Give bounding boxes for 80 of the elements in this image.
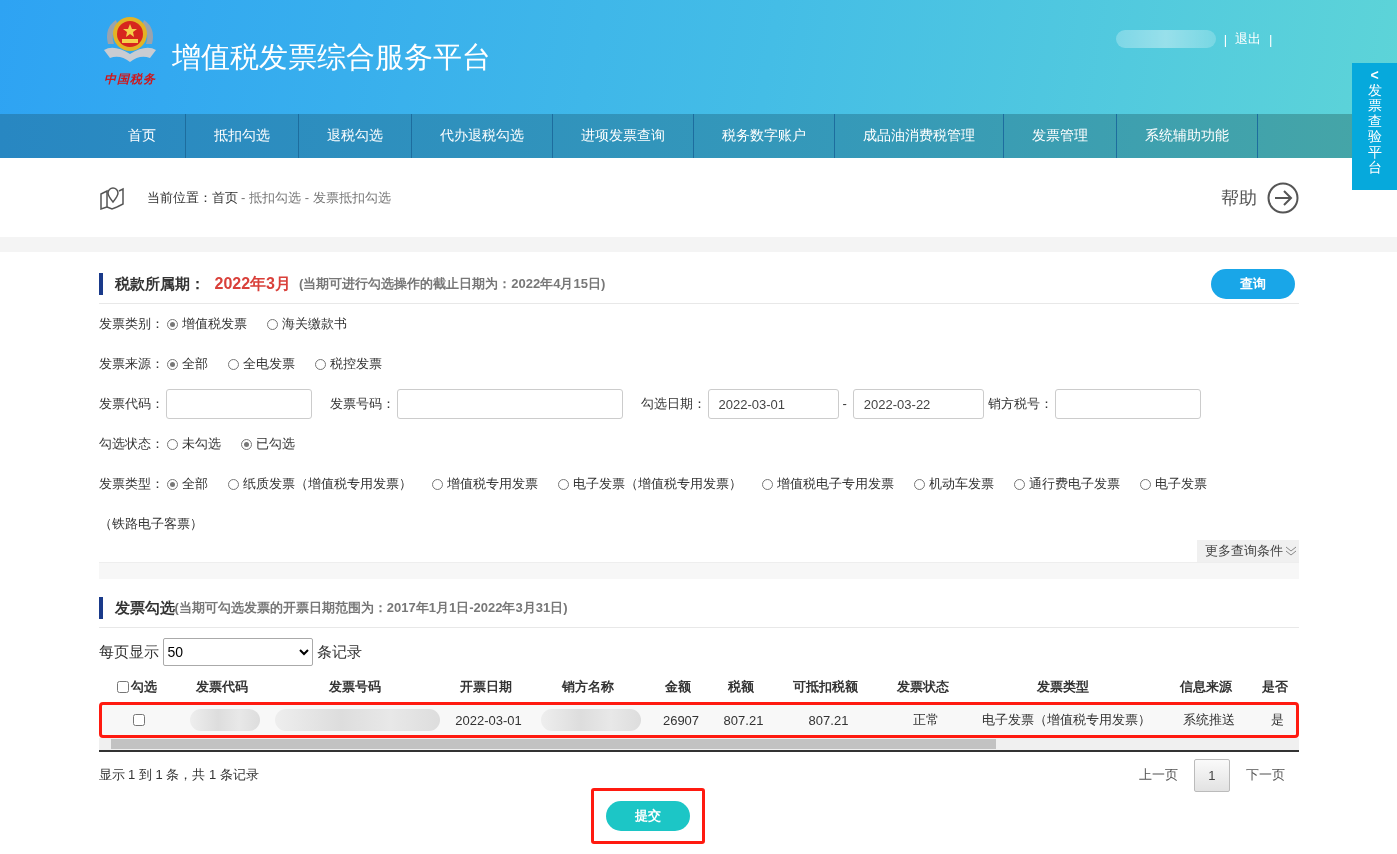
filter-label: 发票类型： [98,476,164,491]
table-cell: 807.21 [723,712,764,728]
separator-text: | [1269,31,1273,47]
more-conditions-toggle[interactable]: 更多查询条件 [1196,540,1299,562]
page-size-suffix: 条记录 [316,642,362,662]
field-label: 发票号码： [329,395,395,413]
separator-text: | [1223,31,1228,47]
page-size-label: 每页显示 [98,642,159,662]
nav-tab[interactable]: 抵扣勾选 [185,114,299,158]
radio-option[interactable]: 全部 [167,476,209,491]
site-title: 增值税发票综合服务平台 [171,40,491,75]
radio-option[interactable]: 机动车发票 [914,476,995,491]
logo-text: 中国税务 [103,72,156,86]
radio-option[interactable]: 全电发票 [228,356,296,371]
section-title: 税款所属期： [114,274,205,294]
filter-label: 发票来源： [98,356,164,371]
radio-option[interactable]: 税控发票 [315,356,383,371]
table-cell: 26907 [662,712,700,728]
radio-option[interactable]: 通行费电子发票 [1014,476,1121,491]
table-cell: 2022-03-01 [455,712,522,728]
row-checkbox[interactable] [133,714,145,726]
nav-tab[interactable]: 退税勾选 [298,114,412,158]
prev-page-link[interactable]: 上一页 [1139,766,1179,784]
date-field[interactable]: 2022-03-22 [852,389,984,419]
filter-label: 发票类别： [98,316,164,331]
radio-option[interactable]: 增值税发票 [167,316,248,331]
record-summary: 显示 1 到 1 条，共 1 条记录 [98,766,259,784]
column-header: 金额 [664,678,692,696]
page-number[interactable]: 1 [1194,758,1230,792]
column-header: 可抵扣税额 [792,678,859,696]
column-header: 发票类型 [1036,678,1090,696]
radio-option[interactable]: 未勾选 [167,436,222,451]
table-cell: 正常 [913,711,939,729]
chevron-down-icon [1284,545,1297,557]
column-header: 发票状态 [896,678,950,696]
filter-label: 勾选状态： [98,436,164,451]
column-header: 发票代码 [195,678,249,696]
blurred-cell [190,709,260,731]
section-title: 发票勾选 [114,598,175,618]
page-size-select[interactable]: 50 [162,638,313,666]
radio-option[interactable]: 电子发票（增值税专用发票） [558,476,743,491]
radio-option[interactable]: 全部 [167,356,209,371]
column-header: 信息来源 [1178,678,1233,696]
radio-option[interactable]: 电子发票 [1140,476,1208,491]
select-all-checkbox[interactable] [117,681,129,693]
nav-tab[interactable]: 首页 [98,114,186,158]
column-header: 发票号码 [327,678,382,696]
radio-option[interactable]: 已勾选 [241,436,296,451]
column-header: 税额 [726,678,755,696]
range-dash: - [842,395,847,413]
field-label: 发票代码： [98,395,164,413]
arrow-circle-icon[interactable] [1266,181,1299,214]
radio-option[interactable]: 海关缴款书 [267,316,348,331]
table-cell: 电子发票（增值税专用发票） [981,711,1151,729]
help-link[interactable]: 帮助 [1220,185,1257,210]
column-header: 是否 [1260,678,1289,696]
column-header: 销方名称 [560,678,615,696]
input-field[interactable] [396,389,623,419]
input-field[interactable] [165,389,312,419]
table-cell: 是 [1271,711,1284,729]
field-label: 销方税号： [987,395,1053,413]
table-cell: 807.21 [808,712,849,728]
horizontal-scrollbar[interactable] [98,738,1299,752]
period-value: 2022年3月 [214,273,291,294]
input-field[interactable] [1054,389,1201,419]
table-cell: 系统推送 [1182,711,1235,729]
period-note: (当期可进行勾选操作的截止日期为：2022年4月15日) [299,275,606,293]
radio-option[interactable]: 增值税专用发票 [432,476,539,491]
breadcrumb: 当前位置：首页 - 抵扣勾选 - 发票抵扣勾选 [146,188,391,207]
date-field[interactable]: 2022-03-01 [707,389,839,419]
range-note: (当期可勾选发票的开票日期范围为：2017年1月1日-2022年3月31日) [174,599,568,615]
column-header: 开票日期 [458,678,513,696]
radio-option[interactable]: 增值税电子专用发票 [762,476,895,491]
radio-option-label: （铁路电子客票） [98,516,203,531]
next-page-link[interactable]: 下一页 [1245,766,1285,784]
map-pin-icon [98,185,125,210]
nav-tab[interactable]: 代办退税勾选 [411,114,553,158]
column-header[interactable]: 勾选 [98,678,176,696]
radio-option[interactable]: 纸质发票（增值税专用发票） [228,476,413,491]
field-label: 勾选日期： [640,395,706,413]
